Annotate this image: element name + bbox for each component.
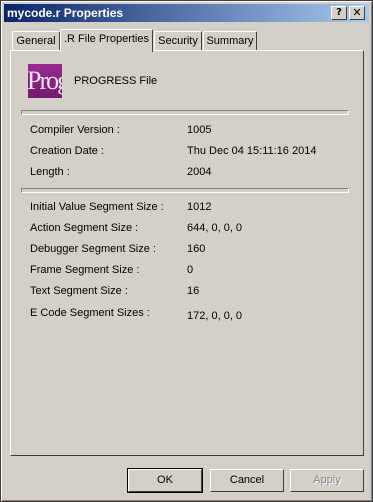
- tab-general-label: General: [16, 35, 56, 47]
- title-bar[interactable]: mycode.r Properties ? ✕: [4, 4, 369, 22]
- cancel-button-label: Cancel: [229, 474, 265, 486]
- progress-logo-icon: Prog: [28, 64, 62, 98]
- apply-button[interactable]: Apply: [290, 469, 364, 492]
- tab-security[interactable]: Security: [154, 31, 202, 51]
- e-code-segment-sizes-label: E Code Segment Sizes :: [30, 307, 150, 319]
- frame-segment-size-value: 0: [187, 264, 194, 276]
- e-code-segment-sizes-value: 172, 0, 0, 0: [187, 310, 243, 322]
- creation-date-value: Thu Dec 04 15:11:16 2014: [187, 145, 317, 157]
- tab-summary[interactable]: Summary: [203, 31, 257, 51]
- logo-text: Prog: [28, 66, 62, 95]
- separator: [21, 110, 349, 115]
- apply-button-label: Apply: [313, 474, 341, 486]
- close-button[interactable]: ✕: [349, 6, 365, 20]
- tab-general[interactable]: General: [12, 31, 60, 51]
- initial-value-segment-size-value: 1012: [187, 201, 212, 213]
- compiler-version-label: Compiler Version :: [30, 124, 120, 136]
- ok-button[interactable]: OK: [127, 468, 203, 493]
- file-type-label: PROGRESS File: [74, 75, 158, 87]
- action-segment-size-label: Action Segment Size :: [30, 222, 139, 234]
- cancel-button[interactable]: Cancel: [210, 469, 284, 492]
- window-title: mycode.r Properties: [7, 6, 124, 20]
- text-segment-size-value: 16: [187, 285, 200, 297]
- length-label: Length :: [30, 166, 70, 178]
- compiler-version-value: 1005: [187, 124, 212, 136]
- tab-security-label: Security: [158, 35, 198, 47]
- length-value: 2004: [187, 166, 212, 178]
- ok-button-label: OK: [157, 474, 173, 486]
- separator: [21, 188, 349, 193]
- close-icon: ✕: [352, 6, 362, 19]
- initial-value-segment-size-label: Initial Value Segment Size :: [30, 201, 164, 213]
- tab-summary-label: Summary: [206, 35, 254, 47]
- debugger-segment-size-label: Debugger Segment Size :: [30, 243, 156, 255]
- debugger-segment-size-value: 160: [187, 243, 206, 255]
- tab-r-file-properties-label: .R File Properties: [64, 33, 149, 45]
- frame-segment-size-label: Frame Segment Size :: [30, 264, 140, 276]
- help-icon: ?: [336, 7, 342, 18]
- properties-dialog: mycode.r Properties ? ✕ General .R File …: [0, 0, 373, 502]
- text-segment-size-label: Text Segment Size :: [30, 285, 128, 297]
- tab-r-file-properties[interactable]: .R File Properties: [60, 29, 153, 52]
- action-segment-size-value: 644, 0, 0, 0: [187, 222, 243, 234]
- creation-date-label: Creation Date :: [30, 145, 104, 157]
- help-button[interactable]: ?: [331, 6, 347, 20]
